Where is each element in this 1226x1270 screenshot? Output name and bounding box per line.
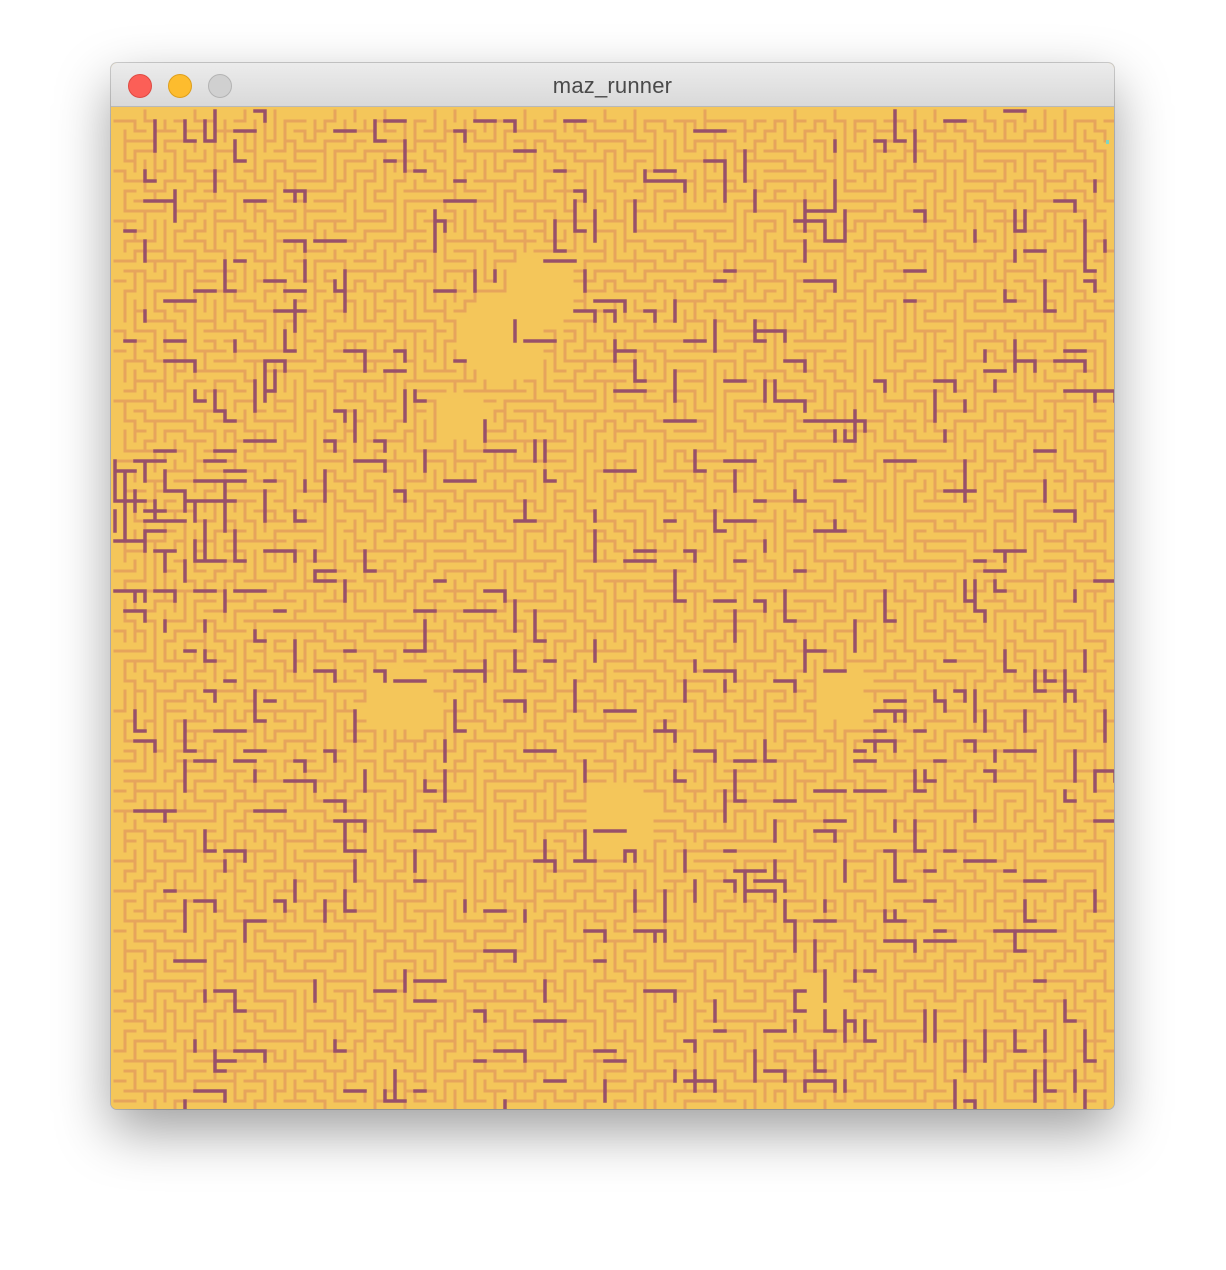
maze-canvas[interactable] (111, 107, 1114, 1109)
app-window: maz_runner (111, 63, 1114, 1109)
window-title: maz_runner (552, 73, 673, 98)
maze-svg (111, 107, 1114, 1109)
title-bar[interactable]: maz_runner (111, 63, 1114, 107)
maze-goal-marker (1106, 140, 1109, 144)
